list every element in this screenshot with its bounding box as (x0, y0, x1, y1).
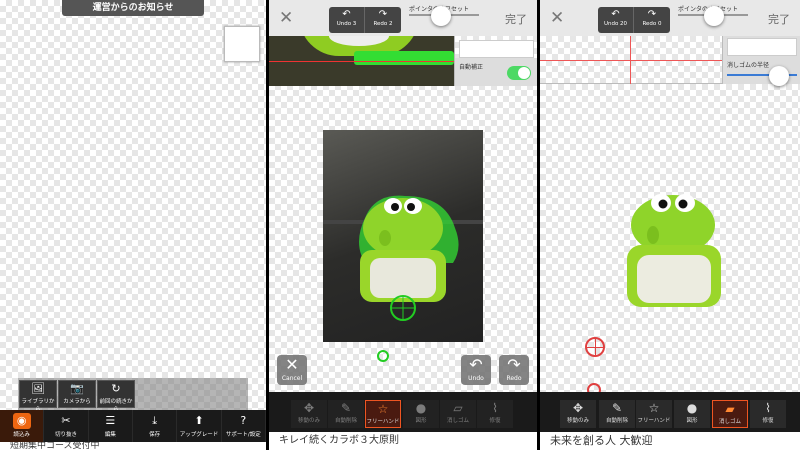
tab-support[interactable]: ? サポート/設定 (222, 410, 266, 442)
done-button[interactable]: 完了 (768, 11, 790, 27)
done-button[interactable]: 完了 (505, 11, 527, 27)
undo-big-button[interactable]: ↶ Undo (461, 355, 491, 385)
eraser-size-panel: 消しゴムの半径 (722, 36, 800, 86)
tool-auto-erase[interactable]: ✎ 自動削除 (328, 400, 364, 428)
brush-cursor[interactable] (377, 350, 389, 362)
brush-icon: ⌇ (492, 401, 498, 415)
tool-shape[interactable]: ● 図形 (674, 400, 710, 428)
redo-icon: ↷ (507, 355, 521, 374)
undo-button[interactable]: ↶ Undo 20 (598, 7, 634, 33)
move-icon: ✥ (572, 401, 584, 415)
editor-header: ✕ ↶Undo 20 ↷Redo 0 ポインタのオフセット 完了 (540, 0, 800, 36)
tool-freehand[interactable]: ☆ フリーハンド (365, 400, 401, 428)
brush-icon: ⌇ (765, 401, 771, 415)
redo-icon: ↷ (647, 9, 657, 20)
pointer-offset-knob[interactable] (431, 6, 451, 26)
dropper-icon: ✎ (611, 401, 623, 415)
redo-button[interactable]: ↷ Redo 0 (634, 7, 670, 33)
eraser-icon: ▰ (725, 402, 735, 416)
redo-big-button[interactable]: ↷ Redo (499, 355, 529, 385)
notice-banner[interactable]: 運営からのお知らせ (62, 0, 204, 16)
editor-header: ✕ ↶Undo 3 ↷Redo 2 ポインタのオフセット 完了 (269, 0, 537, 36)
photo-canvas[interactable] (323, 130, 483, 342)
redo-button[interactable]: ↷ Redo 2 (365, 7, 401, 33)
resume-button[interactable]: ↻ 前回の続きから (97, 380, 135, 413)
tab-upgrade[interactable]: ⬆ アップグレード (177, 410, 222, 442)
star-icon: ☆ (377, 402, 389, 416)
eraser-editor: 消しゴムの半径 ✕ ↶Undo 20 ↷Redo 0 ポインタのオフセット 完了 (540, 0, 800, 450)
tool-toolbar: ✥ 移動のみ ✎ 自動削除 ☆ フリーハンド ● 図形 ▱ 消しゴム ⌇ 修復 (269, 392, 537, 432)
undo-button[interactable]: ↶ Undo 3 (329, 7, 365, 33)
tool-auto-erase[interactable]: ✎ 自動削除 (599, 400, 635, 428)
frog-toy-image (359, 195, 459, 321)
undo-redo-group: ↶ Undo 3 ↷ Redo 2 (329, 7, 401, 33)
close-icon[interactable]: ✕ (550, 8, 564, 28)
close-icon: ✕ (285, 355, 299, 374)
move-icon: ✥ (303, 401, 315, 415)
undo-redo-group: ↶ Undo 20 ↷ Redo 0 (598, 7, 670, 33)
cut-editor: 自動補正 ✕ ↶Undo 3 ↷Redo 2 ポインタのオフセット 完了 (269, 0, 537, 450)
tab-load[interactable]: ◉ 読込み (0, 410, 45, 442)
main-toolbar: ◉ 読込み ✂ 切り抜き ☰ 編集 ⤓ 保存 ⬆ アップグレード ? サポート/… (0, 410, 266, 442)
tool-repair[interactable]: ⌇ 修復 (477, 400, 513, 428)
frog-cutout-image (627, 194, 721, 307)
eraser-icon: ▱ (453, 401, 463, 415)
image-icon: 🖼 (31, 382, 45, 395)
auto-correct-toggle[interactable] (507, 66, 531, 80)
circle-icon: ● (686, 401, 698, 415)
library-button[interactable]: 🖼 ライブラリから (19, 380, 57, 413)
upgrade-icon: ⬆ (194, 414, 204, 427)
tab-edit[interactable]: ☰ 編集 (89, 410, 133, 442)
tool-shape[interactable]: ● 図形 (403, 400, 439, 428)
dropper-icon: ✎ (340, 401, 352, 415)
home-screen: 運営からのお知らせ 🖼 ライブラリから 📷 カメラから ↻ 前回の続きから ◉ … (0, 0, 266, 450)
auto-correct-panel: 自動補正 (454, 36, 537, 86)
sliders-icon: ☰ (105, 414, 116, 427)
zoom-preview (540, 36, 722, 84)
refresh-icon: ↻ (111, 382, 121, 395)
tool-repair[interactable]: ⌇ 修復 (750, 400, 786, 428)
tab-cut[interactable]: ✂ 切り抜き (44, 410, 89, 442)
camera-icon: ◉ (12, 413, 31, 429)
close-icon[interactable]: ✕ (279, 8, 293, 28)
preview-thumbnail[interactable] (224, 26, 260, 62)
undo-icon: ↶ (342, 9, 351, 20)
camera-button[interactable]: 📷 カメラから (58, 380, 96, 408)
tool-move[interactable]: ✥ 移動のみ (291, 400, 327, 428)
tool-toolbar: ✥ 移動のみ ✎ 自動削除 ☆ フリーハンド ● 図形 ▰ 消しゴム ⌇ 修復 (540, 392, 800, 432)
cancel-button[interactable]: ✕ Cancel (277, 355, 307, 385)
circle-icon: ● (415, 401, 427, 415)
scissors-icon: ✂ (61, 414, 71, 427)
ad-banner[interactable]: 短期集中コース受付中 (0, 442, 266, 450)
download-icon: ⤓ (152, 414, 158, 427)
help-icon: ? (240, 414, 247, 427)
tool-move[interactable]: ✥ 移動のみ (560, 400, 596, 428)
pointer-offset-knob[interactable] (704, 6, 724, 26)
ad-banner[interactable]: キレイ続くカラボ３大原則 (269, 432, 537, 450)
zoom-preview (269, 16, 454, 86)
camera-icon: 📷 (70, 382, 84, 395)
tool-eraser[interactable]: ▰ 消しゴム (712, 400, 748, 428)
eraser-radius-knob[interactable] (769, 66, 789, 86)
undo-icon: ↶ (469, 355, 483, 374)
eraser-cursor[interactable] (585, 337, 605, 357)
tab-save[interactable]: ⤓ 保存 (133, 410, 178, 442)
tool-freehand[interactable]: ☆ フリーハンド (636, 400, 672, 428)
undo-icon: ↶ (611, 9, 620, 20)
ad-banner[interactable]: 未来を創る人 大歓迎 (540, 432, 800, 450)
star-icon: ☆ (648, 401, 660, 415)
redo-icon: ↷ (378, 9, 388, 20)
tool-eraser[interactable]: ▱ 消しゴム (440, 400, 476, 428)
